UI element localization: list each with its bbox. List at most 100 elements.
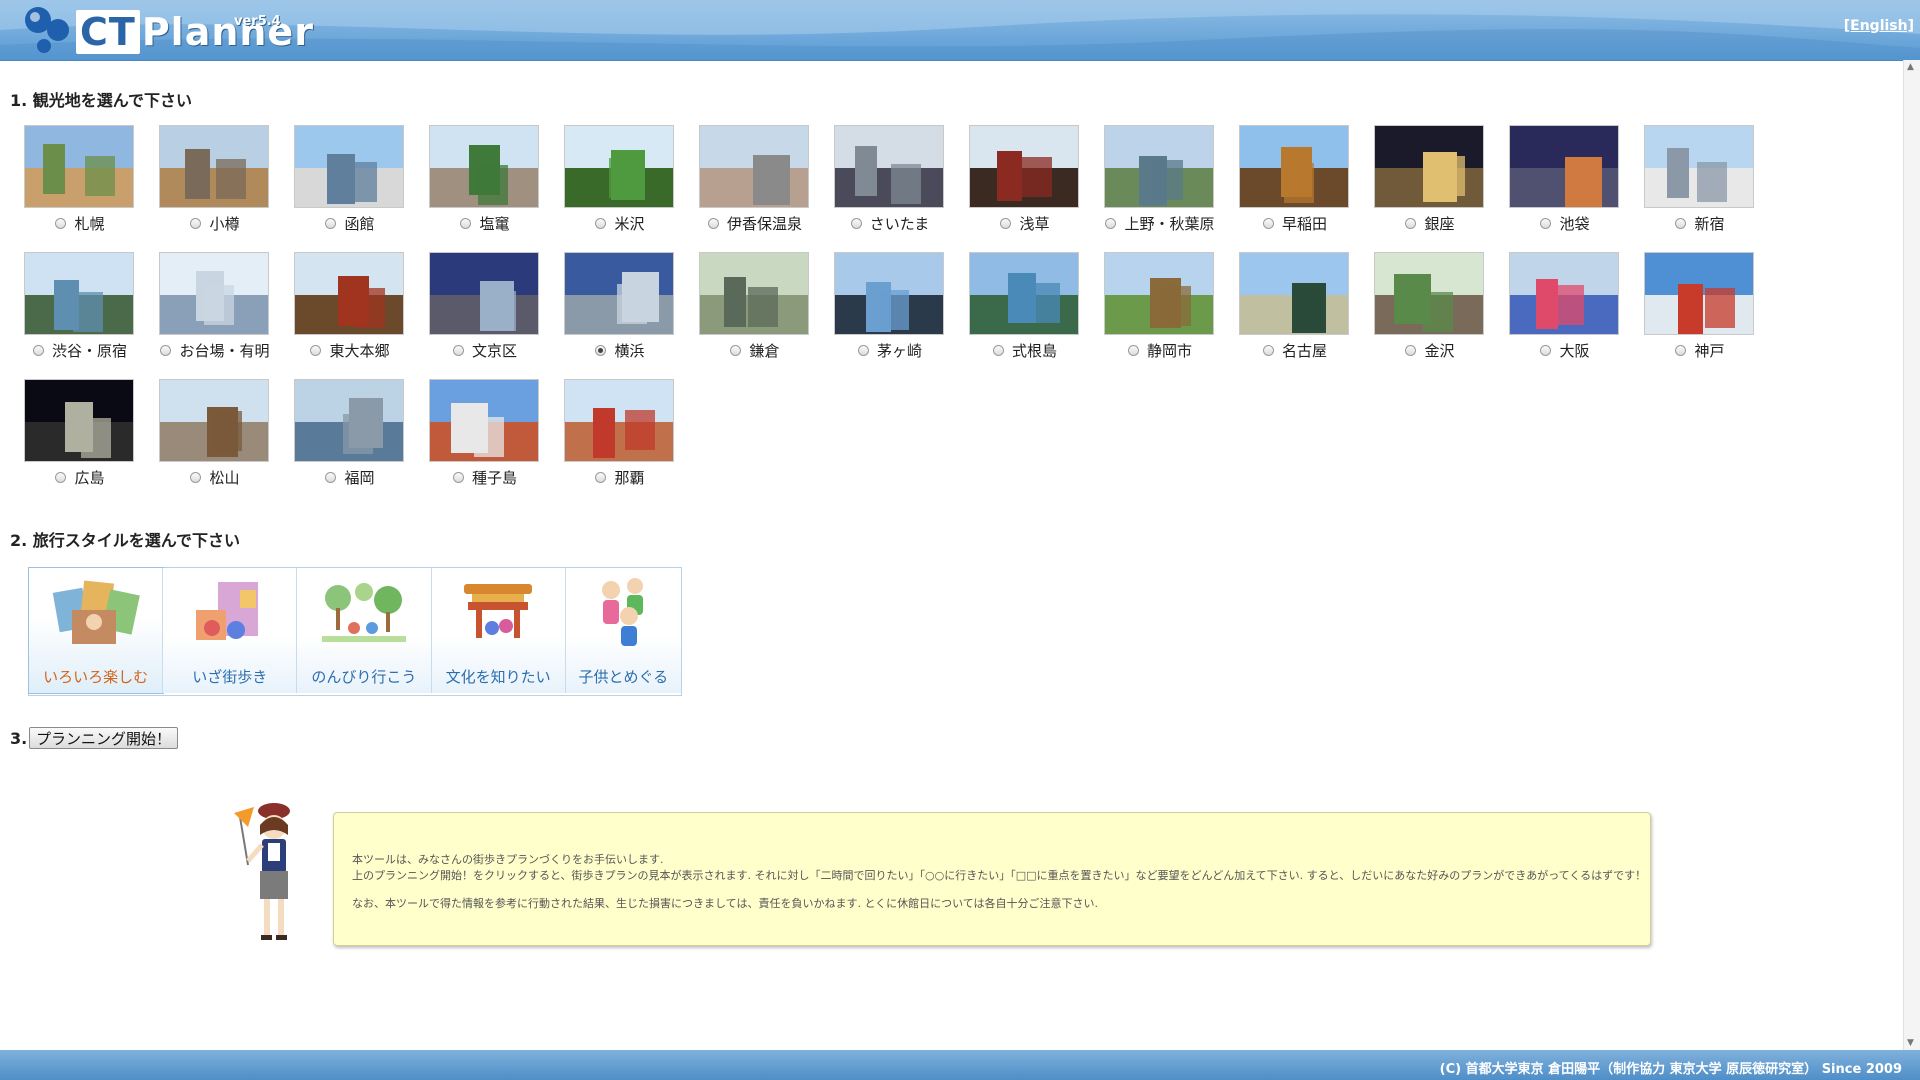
destination-radio-option[interactable]: 函館 xyxy=(294,212,406,234)
english-language-link[interactable]: [English] xyxy=(1844,18,1914,34)
destination-radio-option[interactable]: 大阪 xyxy=(1509,339,1621,361)
destination-photo[interactable] xyxy=(1374,252,1484,335)
destination-radio-option[interactable]: 札幌 xyxy=(24,212,136,234)
radio-button[interactable] xyxy=(1675,344,1687,356)
radio-button[interactable] xyxy=(707,217,719,229)
radio-button[interactable] xyxy=(595,471,607,483)
destination-photo[interactable] xyxy=(1374,125,1484,208)
destination-radio-option[interactable]: 小樽 xyxy=(159,212,271,234)
destination-option[interactable]: 塩竃 xyxy=(429,125,564,245)
destination-option[interactable]: 札幌 xyxy=(24,125,159,245)
scroll-down-icon[interactable]: ▼ xyxy=(1907,1038,1914,1048)
destination-radio-option[interactable]: 式根島 xyxy=(969,339,1081,361)
radio-button[interactable] xyxy=(55,471,67,483)
radio-button[interactable] xyxy=(1405,344,1417,356)
destination-option[interactable]: 銀座 xyxy=(1374,125,1509,245)
destination-radio-option[interactable]: 文京区 xyxy=(429,339,541,361)
destination-option[interactable]: 名古屋 xyxy=(1239,252,1374,372)
destination-option[interactable]: 米沢 xyxy=(564,125,699,245)
destination-option[interactable]: 渋谷・原宿 xyxy=(24,252,159,372)
destination-radio-option[interactable]: 金沢 xyxy=(1374,339,1486,361)
radio-button[interactable] xyxy=(325,471,337,483)
destination-radio-option[interactable]: 東大本郷 xyxy=(294,339,406,361)
destination-photo[interactable] xyxy=(564,125,674,208)
destination-photo[interactable] xyxy=(834,125,944,208)
destination-radio-option[interactable]: 上野・秋葉原 xyxy=(1104,212,1216,234)
destination-radio-option[interactable]: 神戸 xyxy=(1644,339,1756,361)
radio-button[interactable] xyxy=(55,217,67,229)
destination-option[interactable]: 静岡市 xyxy=(1104,252,1239,372)
destination-photo[interactable] xyxy=(969,252,1079,335)
destination-option[interactable]: お台場・有明 xyxy=(159,252,294,372)
destination-option[interactable]: 松山 xyxy=(159,379,294,499)
destination-photo[interactable] xyxy=(159,125,269,208)
destination-photo[interactable] xyxy=(24,379,134,462)
destination-photo[interactable] xyxy=(429,125,539,208)
radio-button[interactable] xyxy=(730,344,742,356)
destination-photo[interactable] xyxy=(699,252,809,335)
destination-option[interactable]: 東大本郷 xyxy=(294,252,429,372)
destination-photo[interactable] xyxy=(1104,252,1214,335)
destination-photo[interactable] xyxy=(1239,252,1349,335)
destination-photo[interactable] xyxy=(699,125,809,208)
radio-button[interactable] xyxy=(190,471,202,483)
radio-button[interactable] xyxy=(310,344,322,356)
page-scrollbar[interactable]: ▲ ▼ xyxy=(1903,60,1920,1050)
radio-button[interactable] xyxy=(1540,217,1552,229)
destination-photo[interactable] xyxy=(24,125,134,208)
radio-button[interactable] xyxy=(460,217,472,229)
destination-option[interactable]: 上野・秋葉原 xyxy=(1104,125,1239,245)
radio-button[interactable] xyxy=(160,344,172,356)
destination-option[interactable]: 文京区 xyxy=(429,252,564,372)
destination-photo[interactable] xyxy=(159,379,269,462)
destination-option[interactable]: 福岡 xyxy=(294,379,429,499)
destination-option[interactable]: 鎌倉 xyxy=(699,252,834,372)
destination-radio-option[interactable]: 福岡 xyxy=(294,466,406,488)
destination-option[interactable]: 金沢 xyxy=(1374,252,1509,372)
destination-photo[interactable] xyxy=(564,252,674,335)
destination-photo[interactable] xyxy=(294,252,404,335)
radio-button[interactable] xyxy=(32,344,44,356)
radio-button[interactable] xyxy=(850,217,862,229)
destination-radio-option[interactable]: 松山 xyxy=(159,466,271,488)
style-button-family[interactable]: 子供とめぐる xyxy=(565,568,681,693)
radio-button[interactable] xyxy=(1262,344,1274,356)
destination-radio-option[interactable]: 早稲田 xyxy=(1239,212,1351,234)
destination-option[interactable]: 函館 xyxy=(294,125,429,245)
destination-photo[interactable] xyxy=(429,252,539,335)
radio-button[interactable] xyxy=(1675,217,1687,229)
destination-option[interactable]: さいたま xyxy=(834,125,969,245)
destination-option[interactable]: 那覇 xyxy=(564,379,699,499)
radio-button[interactable] xyxy=(1262,217,1274,229)
destination-option[interactable]: 浅草 xyxy=(969,125,1104,245)
destination-photo[interactable] xyxy=(1104,125,1214,208)
radio-button[interactable] xyxy=(1540,344,1552,356)
destination-option[interactable]: 新宿 xyxy=(1644,125,1779,245)
radio-button[interactable] xyxy=(452,344,464,356)
destination-radio-option[interactable]: 種子島 xyxy=(429,466,541,488)
destination-radio-option[interactable]: 浅草 xyxy=(969,212,1081,234)
destination-photo[interactable] xyxy=(1644,252,1754,335)
destination-option[interactable]: 大阪 xyxy=(1509,252,1644,372)
destination-option[interactable]: 種子島 xyxy=(429,379,564,499)
destination-option[interactable]: 神戸 xyxy=(1644,252,1779,372)
style-button-variety[interactable]: いろいろ楽しむ xyxy=(27,567,165,694)
radio-button[interactable] xyxy=(595,217,607,229)
radio-button[interactable] xyxy=(1405,217,1417,229)
destination-option[interactable]: 池袋 xyxy=(1509,125,1644,245)
radio-button[interactable] xyxy=(190,217,202,229)
destination-radio-option[interactable]: 伊香保温泉 xyxy=(699,212,811,234)
destination-photo[interactable] xyxy=(564,379,674,462)
destination-option[interactable]: 茅ヶ崎 xyxy=(834,252,969,372)
destination-option[interactable]: 早稲田 xyxy=(1239,125,1374,245)
start-planning-button[interactable]: プランニング開始！ xyxy=(29,727,179,749)
radio-button[interactable] xyxy=(1000,217,1012,229)
radio-button[interactable] xyxy=(992,344,1004,356)
radio-button[interactable] xyxy=(1105,217,1117,229)
destination-option[interactable]: 横浜 xyxy=(564,252,699,372)
destination-radio-option[interactable]: 那覇 xyxy=(564,466,676,488)
destination-photo[interactable] xyxy=(294,125,404,208)
destination-radio-option[interactable]: 銀座 xyxy=(1374,212,1486,234)
style-button-city-walk[interactable]: いざ街歩き xyxy=(163,568,298,693)
destination-option[interactable]: 小樽 xyxy=(159,125,294,245)
